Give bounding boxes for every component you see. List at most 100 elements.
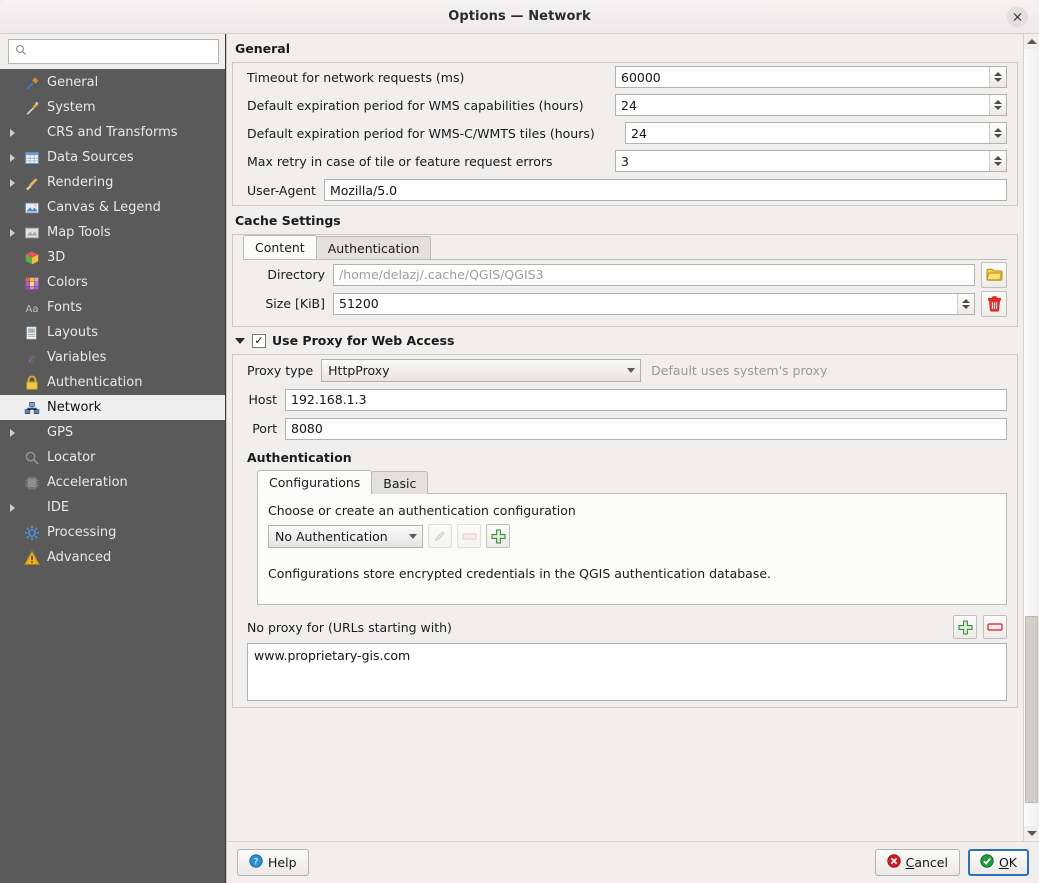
chevron-right-icon[interactable]: [4, 128, 21, 137]
sidebar-item-ide[interactable]: IDE: [0, 495, 225, 520]
cache-section: Cache Settings Content Authentication Di…: [227, 206, 1023, 327]
tab-auth-basic[interactable]: Basic: [371, 471, 429, 494]
sidebar-item-general[interactable]: General: [0, 70, 225, 95]
general-section-title: General: [235, 41, 290, 56]
chevron-right-icon[interactable]: [4, 503, 21, 512]
proxy-type-row: Proxy type HttpProxy Default uses system…: [233, 355, 1017, 385]
sidebar-item-label: Canvas & Legend: [47, 200, 161, 215]
sidebar-item-authentication[interactable]: Authentication: [0, 370, 225, 395]
scroll-thumb[interactable]: [1025, 616, 1038, 803]
wms-capabilities-field[interactable]: [615, 94, 1007, 116]
sidebar-item-label: Processing: [47, 525, 117, 540]
cache-size-spinner[interactable]: [957, 293, 974, 314]
sidebar: General System CRS and Transforms Data Sour…: [0, 34, 226, 883]
chevron-right-icon[interactable]: [4, 153, 21, 162]
tab-auth-configurations[interactable]: Configurations: [257, 470, 373, 494]
proxy-host-input[interactable]: [291, 392, 1006, 407]
system-tools-icon: [21, 100, 42, 116]
general-group: Timeout for network requests (ms) Defaul…: [232, 62, 1018, 206]
noproxy-label: No proxy for (URLs starting with): [247, 619, 452, 635]
noproxy-header: No proxy for (URLs starting with): [233, 605, 1017, 643]
chevron-down-icon[interactable]: [235, 337, 245, 344]
chevron-right-icon[interactable]: [4, 228, 21, 237]
remove-noproxy-button[interactable]: [983, 615, 1007, 639]
use-proxy-checkbox[interactable]: ✓: [252, 333, 266, 348]
proxy-port-input[interactable]: [291, 421, 1006, 436]
chevron-right-icon[interactable]: [4, 428, 21, 437]
sidebar-item-crs-and-transforms[interactable]: CRS and Transforms: [0, 120, 225, 145]
ok-button[interactable]: OK: [967, 849, 1029, 876]
svg-text:Aa: Aa: [25, 304, 38, 315]
general-section: General Timeout for network requests (ms…: [227, 34, 1023, 206]
sidebar-item-rendering[interactable]: Rendering: [0, 170, 225, 195]
cache-size-field[interactable]: [333, 292, 975, 315]
dialog-body: General System CRS and Transforms Data Sour…: [0, 34, 1039, 883]
tab-cache-content[interactable]: Content: [243, 235, 317, 259]
scroll-track[interactable]: [1024, 49, 1039, 826]
cache-directory-field[interactable]: /home/delazj/.cache/QGIS/QGIS3: [333, 263, 975, 286]
brush-icon: [21, 175, 42, 191]
sidebar-item-acceleration[interactable]: Acceleration: [0, 470, 225, 495]
search-input[interactable]: [33, 43, 212, 60]
user-agent-input[interactable]: [329, 182, 1006, 198]
wms-capabilities-input[interactable]: [621, 97, 989, 113]
sidebar-item-canvas-legend[interactable]: Canvas & Legend: [0, 195, 225, 220]
proxy-type-combo[interactable]: HttpProxy: [321, 358, 642, 382]
close-icon[interactable]: [1007, 6, 1028, 27]
wmsc-tiles-input[interactable]: [631, 125, 989, 141]
sidebar-item-system[interactable]: System: [0, 95, 225, 120]
trash-icon[interactable]: [981, 290, 1007, 317]
ok-icon: [980, 854, 994, 871]
sidebar-item-layouts[interactable]: Layouts: [0, 320, 225, 345]
table-icon: [21, 150, 42, 166]
proxy-type-hint: Default uses system's proxy: [651, 362, 828, 378]
help-button[interactable]: ? Help: [237, 849, 309, 876]
max-retry-spinner[interactable]: [989, 151, 1006, 171]
wmsc-tiles-spinner[interactable]: [989, 123, 1006, 143]
vertical-scrollbar[interactable]: [1023, 34, 1039, 841]
pencil-icon[interactable]: [428, 524, 452, 548]
sidebar-item-data-sources[interactable]: Data Sources: [0, 145, 225, 170]
settings-content: General Timeout for network requests (ms…: [227, 34, 1023, 841]
user-agent-field[interactable]: [323, 179, 1007, 201]
proxy-group-header[interactable]: ✓ Use Proxy for Web Access: [230, 327, 1020, 354]
cancel-button[interactable]: Cancel: [874, 849, 960, 876]
auth-config-combo[interactable]: No Authentication: [268, 524, 423, 548]
minus-icon[interactable]: [457, 524, 481, 548]
max-retry-field[interactable]: [615, 150, 1007, 172]
sidebar-item-processing[interactable]: Processing: [0, 520, 225, 545]
timeout-spinner[interactable]: [989, 67, 1006, 87]
plus-icon[interactable]: [486, 524, 510, 548]
list-item[interactable]: www.proprietary-gis.com: [254, 648, 1000, 663]
timeout-field[interactable]: [615, 66, 1007, 88]
add-noproxy-button[interactable]: [953, 615, 977, 639]
sidebar-item-colors[interactable]: Colors: [0, 270, 225, 295]
sidebar-item-map-tools[interactable]: Map Tools: [0, 220, 225, 245]
sidebar-item-locator[interactable]: Locator: [0, 445, 225, 470]
chevron-right-icon[interactable]: [4, 178, 21, 187]
proxy-port-field[interactable]: [285, 417, 1007, 440]
cache-size-input[interactable]: [339, 296, 957, 311]
scroll-up-button[interactable]: [1024, 34, 1039, 49]
sidebar-item-variables[interactable]: ε Variables: [0, 345, 225, 370]
sidebar-item-label: Colors: [47, 275, 88, 290]
proxy-host-field[interactable]: [285, 388, 1007, 411]
wmsc-tiles-field[interactable]: [625, 122, 1007, 144]
max-retry-input[interactable]: [621, 153, 989, 169]
wms-capabilities-spinner[interactable]: [989, 95, 1006, 115]
sidebar-item-label: Advanced: [47, 550, 112, 565]
timeout-input[interactable]: [621, 69, 989, 85]
layout-page-icon: [21, 325, 42, 341]
wms-capabilities-row: Default expiration period for WMS capabi…: [233, 91, 1017, 119]
tab-cache-authentication[interactable]: Authentication: [315, 236, 432, 259]
scroll-down-button[interactable]: [1024, 826, 1039, 841]
sidebar-item-advanced[interactable]: Advanced: [0, 545, 225, 570]
sidebar-item-gps[interactable]: GPS: [0, 420, 225, 445]
search-box[interactable]: [8, 39, 219, 64]
sidebar-item-fonts[interactable]: Aa Fonts: [0, 295, 225, 320]
cancel-button-label: Cancel: [905, 855, 948, 870]
noproxy-list[interactable]: www.proprietary-gis.com: [247, 643, 1007, 701]
folder-icon[interactable]: [981, 261, 1007, 288]
sidebar-item-network[interactable]: Network: [0, 395, 225, 420]
sidebar-item-3d[interactable]: 3D: [0, 245, 225, 270]
